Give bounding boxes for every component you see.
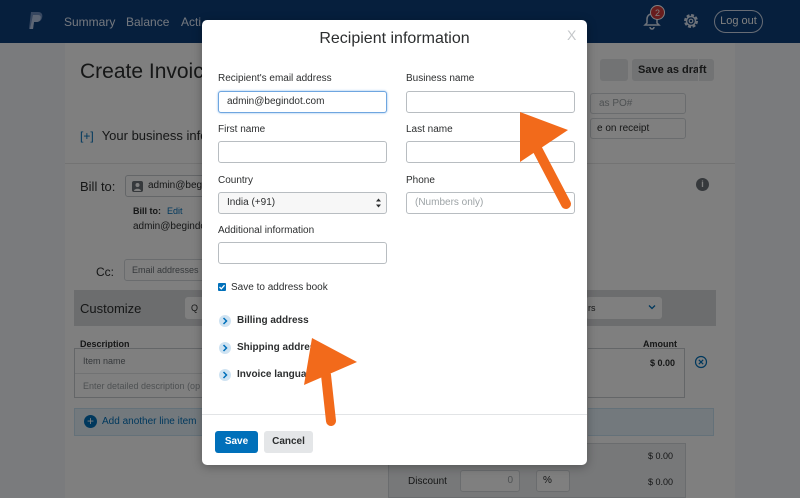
cancel-button[interactable]: Cancel [264,431,313,453]
first-name-label: First name [218,124,266,135]
phone-label: Phone [406,175,435,186]
billing-address-label: Billing address [237,315,309,326]
footer-divider [202,414,587,415]
country-select-value: India (+91) [227,197,276,208]
chevron-right-icon [219,342,231,354]
email-label: Recipient's email address [218,73,332,84]
country-select[interactable]: India (+91) [218,192,387,214]
chevron-right-icon [219,369,231,381]
country-label: Country [218,175,254,186]
last-name-field[interactable] [406,141,575,163]
invoice-language-label: Invoice language [237,369,319,380]
shipping-address-toggle[interactable]: Shipping address [219,341,389,357]
save-button[interactable]: Save [215,431,258,453]
invoice-language-toggle[interactable]: Invoice language [219,368,389,384]
first-name-field[interactable] [218,141,387,163]
close-button[interactable]: X [567,27,576,43]
business-name-field[interactable] [406,91,575,113]
select-arrows-icon [376,198,381,208]
shipping-address-label: Shipping address [237,342,321,353]
additional-info-label: Additional information [218,225,315,236]
checkmark-icon [219,284,225,290]
additional-info-field[interactable] [218,242,387,264]
save-address-label[interactable]: Save to address book [231,282,328,293]
phone-field[interactable]: (Numbers only) [406,192,575,214]
dialog-title: Recipient information [319,30,470,47]
billing-address-toggle[interactable]: Billing address [219,314,389,330]
email-field[interactable]: admin@begindot.com [218,91,387,113]
chevron-right-icon [219,315,231,327]
business-name-label: Business name [406,73,475,84]
last-name-label: Last name [406,124,453,135]
save-address-checkbox[interactable] [218,283,226,291]
recipient-information-dialog: Recipient information X Recipient's emai… [202,20,587,465]
